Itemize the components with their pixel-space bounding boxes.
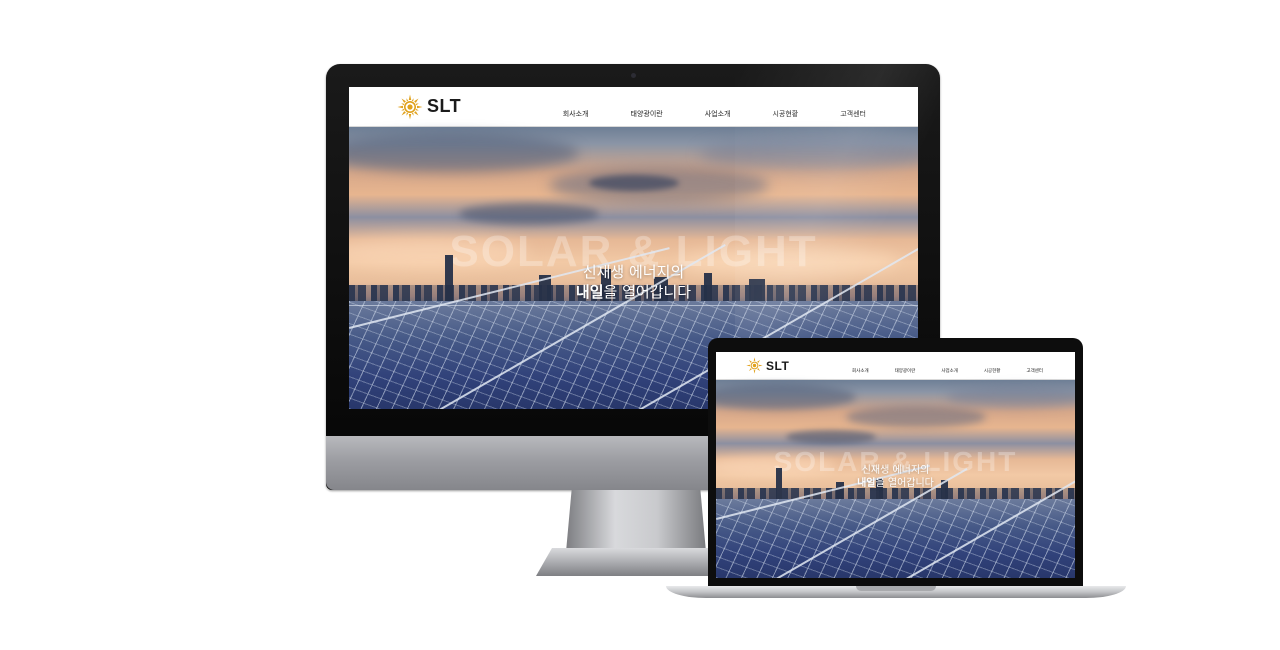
tagline-rest: 을 열어갑니다 xyxy=(875,478,934,489)
logo-text: SLT xyxy=(427,96,462,116)
nav-item-projects[interactable]: 시공현황 xyxy=(984,368,1001,374)
nav-item-business[interactable]: 사업소개 xyxy=(941,368,958,374)
panel-frame xyxy=(349,305,918,306)
logo-text: SLT xyxy=(766,358,790,373)
logo[interactable]: SLT xyxy=(746,357,789,374)
tagline-line-2: 내일을 열어갑니다 xyxy=(349,283,918,303)
logo[interactable]: SLT xyxy=(397,94,461,120)
cloud xyxy=(786,430,876,444)
hero-banner: SOLAR & LIGHT 신재생 에너지의 내일을 열어갑니다 xyxy=(716,380,1075,578)
cloud xyxy=(459,203,599,225)
nav-item-support[interactable]: 고객센터 xyxy=(840,109,866,119)
site-header: SLT 회사소개 태양광이란 사업소개 시공현황 고객센터 xyxy=(349,87,918,127)
tagline-rest: 을 열어갑니다 xyxy=(603,282,692,301)
cloud xyxy=(946,386,1075,408)
website-laptop: SLT 회사소개 태양광이란 사업소개 시공현황 고객센터 SOLAR & LI… xyxy=(716,352,1075,578)
laptop-notch xyxy=(856,586,936,591)
cloud xyxy=(589,175,679,191)
cloud xyxy=(846,406,986,428)
nav-item-projects[interactable]: 시공현황 xyxy=(772,109,798,119)
nav-item-solar[interactable]: 태양광이란 xyxy=(895,368,916,374)
nav-item-company[interactable]: 회사소개 xyxy=(852,368,869,374)
main-nav: 회사소개 태양광이란 사업소개 시공현황 고객센터 xyxy=(563,109,866,119)
hero-tagline: 신재생 에너지의 내일을 열어갑니다 xyxy=(349,263,918,302)
nav-item-business[interactable]: 사업소개 xyxy=(705,109,731,119)
cloud xyxy=(349,133,579,173)
cloud xyxy=(716,384,856,410)
sun-icon xyxy=(746,357,763,374)
nav-item-solar[interactable]: 태양광이란 xyxy=(631,109,663,119)
imac-stand xyxy=(566,490,706,552)
camera-icon xyxy=(631,73,636,78)
tagline-emphasis: 내일 xyxy=(857,478,876,489)
site-header: SLT 회사소개 태양광이란 사업소개 시공현황 고객센터 xyxy=(716,352,1075,380)
nav-item-company[interactable]: 회사소개 xyxy=(563,109,589,119)
tagline-emphasis: 내일 xyxy=(575,282,604,301)
laptop-screen: SLT 회사소개 태양광이란 사업소개 시공현황 고객센터 SOLAR & LI… xyxy=(716,352,1075,578)
tagline-line-1: 신재생 에너지의 xyxy=(582,263,685,281)
main-nav: 회사소개 태양광이란 사업소개 시공현황 고객센터 xyxy=(852,368,1043,374)
imac-foot xyxy=(536,548,736,576)
tagline-line-2: 내일을 열어갑니다 xyxy=(716,477,1075,490)
nav-item-support[interactable]: 고객센터 xyxy=(1026,368,1043,374)
tagline-line-1: 신재생 에너지의 xyxy=(861,465,930,476)
hero-tagline: 신재생 에너지의 내일을 열어갑니다 xyxy=(716,464,1075,490)
cloud xyxy=(699,137,918,171)
sun-icon xyxy=(397,94,423,119)
